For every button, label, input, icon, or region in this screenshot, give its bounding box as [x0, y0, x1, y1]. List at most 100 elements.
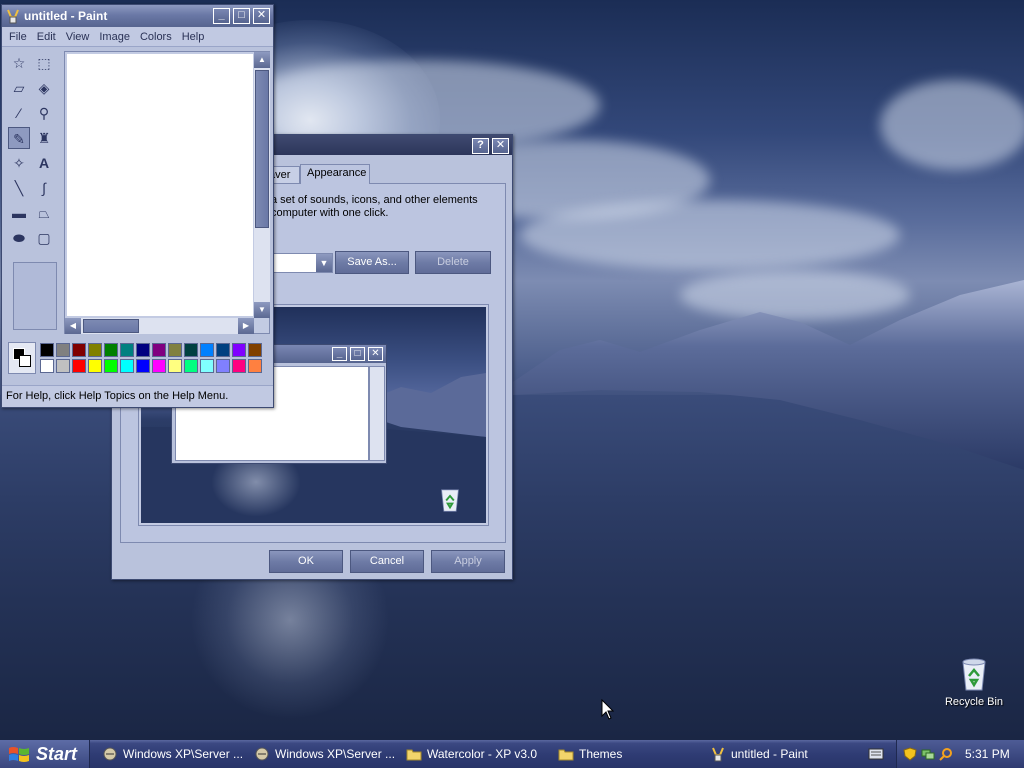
- close-button[interactable]: ✕: [253, 8, 270, 24]
- taskbar-item-label: Windows XP\Server ...: [275, 747, 394, 761]
- brush-icon[interactable]: ♜: [33, 127, 55, 149]
- palette-swatch[interactable]: [168, 343, 182, 357]
- palette-swatch[interactable]: [104, 343, 118, 357]
- minimize-button[interactable]: _: [213, 8, 230, 24]
- palette-swatch[interactable]: [88, 343, 102, 357]
- tool-options[interactable]: [13, 262, 57, 330]
- drawing-canvas[interactable]: [67, 54, 253, 316]
- keyboard-icon[interactable]: [868, 747, 884, 761]
- palette-swatch[interactable]: [56, 359, 70, 373]
- maximize-icon: □: [350, 347, 365, 361]
- polygon-icon[interactable]: ⏢: [33, 202, 55, 224]
- taskbar-item-paint[interactable]: untitled - Paint: [704, 742, 844, 766]
- palette-swatch[interactable]: [232, 359, 246, 373]
- palette-swatch[interactable]: [184, 359, 198, 373]
- ellipse-icon[interactable]: ⬬: [8, 227, 30, 249]
- taskbar-item-watercolor[interactable]: Watercolor - XP v3.0: [400, 742, 546, 766]
- paint-app-icon: [712, 747, 724, 762]
- taskbar-item-label: Windows XP\Server ...: [123, 747, 242, 761]
- palette-swatch[interactable]: [56, 343, 70, 357]
- clock[interactable]: 5:31 PM: [965, 747, 1010, 761]
- status-bar: For Help, click Help Topics on the Help …: [2, 385, 273, 407]
- palette-swatch[interactable]: [136, 359, 150, 373]
- pencil-icon[interactable]: ✎: [8, 127, 30, 149]
- palette-swatch[interactable]: [248, 343, 262, 357]
- palette-swatch[interactable]: [104, 359, 118, 373]
- start-label: Start: [36, 743, 78, 764]
- vertical-scrollbar[interactable]: ▲ ▼: [254, 52, 270, 318]
- eraser-icon[interactable]: ▱: [8, 77, 30, 99]
- palette-swatch[interactable]: [40, 359, 54, 373]
- free-select-icon[interactable]: ☆: [8, 52, 30, 74]
- palette-swatch[interactable]: [72, 359, 86, 373]
- palette-swatch[interactable]: [216, 359, 230, 373]
- palette-swatch[interactable]: [136, 343, 150, 357]
- canvas-area: ▲ ▼ ◀ ▶: [64, 51, 270, 334]
- paint-window: untitled - Paint _ □ ✕ File Edit View Im…: [1, 4, 274, 408]
- chevron-down-icon[interactable]: ▼: [254, 302, 270, 318]
- theme-select[interactable]: ▼: [271, 253, 333, 273]
- text-icon[interactable]: A: [33, 152, 55, 174]
- taskbar-item-themes[interactable]: Themes: [552, 742, 698, 766]
- menu-colors[interactable]: Colors: [136, 31, 178, 43]
- menu-help[interactable]: Help: [178, 31, 211, 43]
- fill-icon[interactable]: ◈: [33, 77, 55, 99]
- preview-recycle-bin-icon: [437, 485, 463, 513]
- palette-swatch[interactable]: [40, 343, 54, 357]
- start-button[interactable]: Start: [0, 740, 90, 768]
- taskbar-item-server-1[interactable]: Windows XP\Server ...: [96, 742, 242, 766]
- magnifier-icon[interactable]: ⚲: [33, 102, 55, 124]
- palette-swatch[interactable]: [152, 359, 166, 373]
- rectangle-icon[interactable]: ▬: [8, 202, 30, 224]
- chevron-down-icon[interactable]: ▼: [316, 254, 332, 272]
- scroll-thumb[interactable]: [83, 319, 139, 333]
- maximize-button[interactable]: □: [233, 8, 250, 24]
- palette-swatch[interactable]: [248, 359, 262, 373]
- cancel-button[interactable]: Cancel: [350, 550, 424, 573]
- shield-icon[interactable]: [903, 747, 917, 761]
- taskbar-item-server-2[interactable]: Windows XP\Server ...: [248, 742, 394, 766]
- palette-swatch[interactable]: [168, 359, 182, 373]
- chevron-right-icon[interactable]: ▶: [238, 318, 254, 334]
- chevron-up-icon[interactable]: ▲: [254, 52, 270, 68]
- palette-swatch[interactable]: [200, 359, 214, 373]
- taskbar: Start Windows XP\Server ... Windows XP\S…: [0, 740, 1024, 768]
- tab-appearance[interactable]: Appearance: [300, 164, 370, 184]
- palette-swatch[interactable]: [216, 343, 230, 357]
- paint-title: untitled - Paint: [24, 9, 108, 23]
- menu-file[interactable]: File: [5, 31, 33, 43]
- menu-edit[interactable]: Edit: [33, 31, 62, 43]
- apply-button[interactable]: Apply: [431, 550, 505, 573]
- airbrush-icon[interactable]: ✧: [8, 152, 30, 174]
- recycle-bin-desktop-icon[interactable]: Recycle Bin: [944, 656, 1004, 708]
- rect-select-icon[interactable]: ⬚: [33, 52, 55, 74]
- paint-titlebar[interactable]: untitled - Paint _ □ ✕: [2, 5, 273, 27]
- save-as-button[interactable]: Save As...: [335, 251, 409, 274]
- help-button[interactable]: ?: [472, 138, 489, 154]
- palette-swatch[interactable]: [72, 343, 86, 357]
- palette-swatch[interactable]: [232, 343, 246, 357]
- menu-view[interactable]: View: [62, 31, 96, 43]
- rounded-rect-icon[interactable]: ▢: [33, 227, 55, 249]
- palette-swatch[interactable]: [120, 343, 134, 357]
- palette-swatch[interactable]: [120, 359, 134, 373]
- line-icon[interactable]: ╲: [8, 177, 30, 199]
- current-colors[interactable]: [8, 342, 36, 374]
- close-button[interactable]: ✕: [492, 138, 509, 154]
- network-icon[interactable]: [921, 747, 935, 761]
- palette-swatch[interactable]: [88, 359, 102, 373]
- mouse-cursor-icon: [601, 699, 615, 720]
- curve-icon[interactable]: ∫: [33, 177, 55, 199]
- menu-image[interactable]: Image: [95, 31, 136, 43]
- chevron-left-icon[interactable]: ◀: [65, 318, 81, 334]
- color-picker-icon[interactable]: ⁄: [8, 102, 30, 124]
- palette-swatch[interactable]: [152, 343, 166, 357]
- scroll-thumb[interactable]: [255, 70, 269, 228]
- ok-button[interactable]: OK: [269, 550, 343, 573]
- search-icon[interactable]: [939, 747, 953, 761]
- palette-swatch[interactable]: [200, 343, 214, 357]
- delete-button[interactable]: Delete: [415, 251, 491, 274]
- palette-swatch[interactable]: [184, 343, 198, 357]
- color-palette: [5, 339, 267, 377]
- horizontal-scrollbar[interactable]: ◀ ▶: [65, 318, 254, 334]
